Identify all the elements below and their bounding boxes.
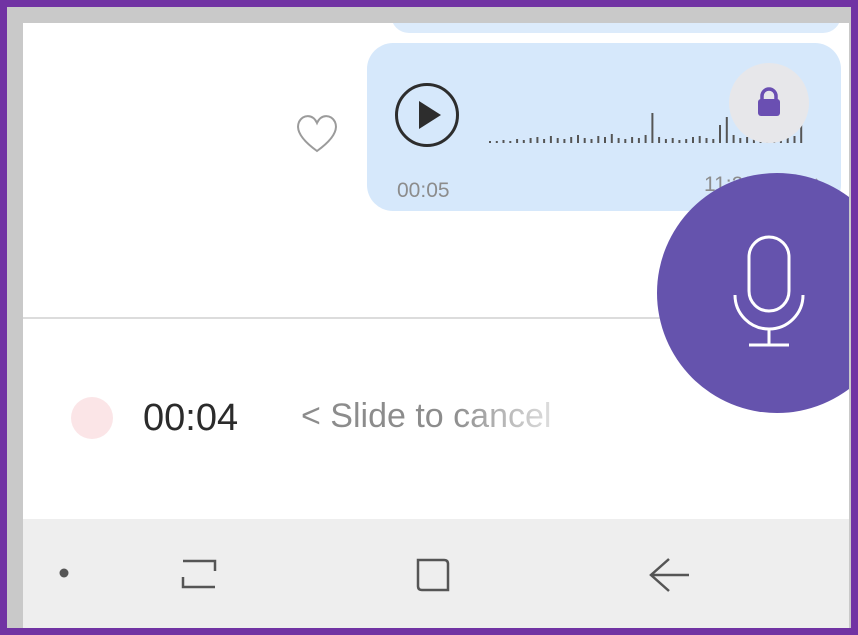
microphone-icon bbox=[733, 235, 805, 347]
waveform-bar bbox=[678, 140, 681, 143]
voice-duration: 00:05 bbox=[397, 179, 450, 202]
waveform-bar bbox=[712, 139, 715, 143]
waveform-bar bbox=[556, 138, 559, 143]
waveform-bar bbox=[604, 137, 606, 143]
waveform-bar bbox=[637, 138, 640, 143]
device-frame: 00:05 11:28 00:04 bbox=[7, 7, 851, 628]
heart-icon[interactable] bbox=[293, 111, 341, 155]
waveform-bar bbox=[570, 137, 573, 143]
waveform-bar bbox=[651, 113, 654, 143]
waveform-bar bbox=[563, 139, 566, 143]
waveform-bar bbox=[793, 136, 796, 143]
waveform-bar bbox=[786, 138, 789, 143]
recording-indicator bbox=[71, 397, 113, 439]
waveform-bar bbox=[658, 137, 661, 143]
chat-screen: 00:05 11:28 00:04 bbox=[23, 23, 849, 628]
waveform-bar bbox=[624, 139, 627, 143]
home-icon[interactable] bbox=[413, 555, 453, 595]
waveform-bar bbox=[685, 139, 688, 143]
waveform-bar bbox=[739, 138, 742, 143]
waveform-bar bbox=[502, 140, 505, 143]
waveform-bar bbox=[577, 135, 579, 143]
waveform-bar bbox=[529, 138, 532, 143]
waveform-bar bbox=[590, 139, 593, 143]
waveform-bar bbox=[597, 136, 600, 143]
previous-message-bubble bbox=[391, 23, 841, 33]
waveform-bar bbox=[631, 137, 634, 143]
recording-timer: 00:04 bbox=[143, 397, 239, 439]
waveform-bar bbox=[522, 140, 525, 143]
waveform-bar bbox=[732, 135, 735, 143]
waveform-bar bbox=[516, 139, 519, 143]
waveform-bar bbox=[746, 137, 749, 143]
play-icon bbox=[419, 101, 441, 129]
waveform-bar bbox=[617, 138, 620, 143]
waveform-bar bbox=[543, 139, 546, 143]
waveform-bar bbox=[495, 141, 498, 143]
nav-dot-icon bbox=[59, 568, 69, 578]
waveform-bar bbox=[725, 117, 728, 143]
waveform-bar bbox=[692, 137, 694, 143]
lock-recording-button[interactable] bbox=[729, 63, 809, 143]
waveform-bar bbox=[583, 138, 586, 143]
lock-icon bbox=[758, 87, 780, 116]
waveform-bar bbox=[719, 125, 721, 143]
recent-apps-icon[interactable] bbox=[177, 555, 221, 593]
waveform-bar bbox=[610, 134, 613, 143]
waveform-bar bbox=[664, 139, 667, 143]
waveform-bar bbox=[489, 141, 491, 143]
slide-to-cancel-hint: < Slide to cancel bbox=[301, 397, 552, 435]
back-arrow-icon[interactable] bbox=[645, 555, 693, 595]
waveform-bar bbox=[509, 141, 512, 143]
waveform-bar bbox=[705, 138, 708, 143]
waveform-bar bbox=[644, 135, 647, 143]
waveform-bar bbox=[671, 138, 674, 143]
waveform-bar bbox=[549, 136, 552, 143]
play-button[interactable] bbox=[395, 83, 459, 147]
waveform-bar bbox=[536, 137, 539, 143]
system-navigation-bar bbox=[23, 519, 849, 628]
waveform-bar bbox=[698, 136, 701, 143]
